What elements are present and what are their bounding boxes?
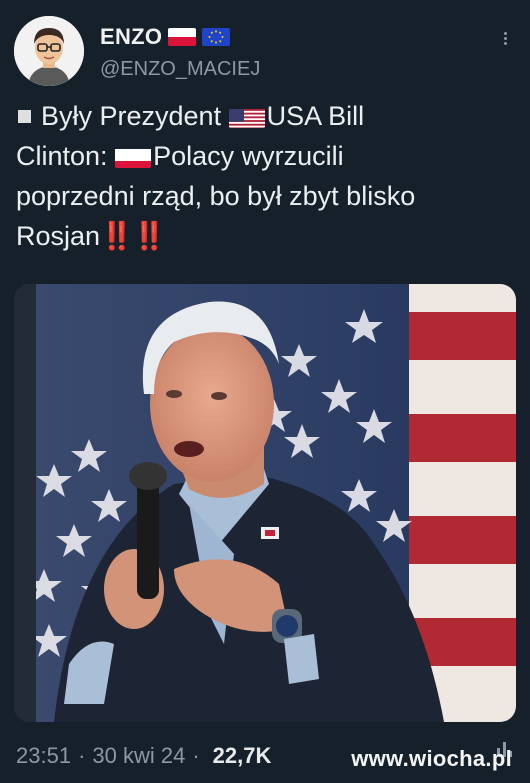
double-exclamation-emoji: ‼️‼️	[100, 221, 166, 251]
tweet-line-1-suffix: USA Bill	[266, 101, 365, 131]
tweet-line-2: Clinton: Polacy wyrzucili	[16, 136, 516, 176]
memoji-avatar-icon	[14, 16, 84, 86]
tweet-text: Były Prezydent USA Bill Clinton: Polacy …	[16, 96, 516, 256]
tweet-line-1-prefix: Były Prezydent	[41, 101, 229, 131]
tweet-line-4: Rosjan‼️‼️	[16, 216, 516, 256]
bullet-icon	[18, 109, 31, 123]
separator-dot: ·	[78, 743, 86, 768]
author-handle[interactable]: @ENZO_MACIEJ	[100, 58, 260, 81]
tweet-time[interactable]: 23:51	[16, 743, 71, 769]
separator-dot: ·	[192, 743, 200, 768]
more-options-icon[interactable]	[502, 30, 508, 52]
tweet-line-4-text: Rosjan	[16, 221, 101, 251]
usa-flag-icon	[228, 104, 265, 128]
site-watermark: www.wiocha.pl	[351, 746, 512, 771]
eu-flag-icon	[202, 28, 231, 46]
poland-flag-icon	[168, 28, 197, 46]
tweet-line-1: Były Prezydent USA Bill	[16, 96, 516, 136]
tweet-photo[interactable]	[14, 284, 516, 722]
tweet-header: ENZO @ENZO_MACIEJ	[14, 16, 514, 94]
tweet-line-2-suffix: Polacy wyrzucili	[153, 141, 344, 171]
speaker-with-flag-photo	[14, 284, 516, 722]
avatar[interactable]	[14, 16, 84, 86]
author-name[interactable]: ENZO	[100, 24, 162, 50]
tweet-line-2-prefix: Clinton:	[16, 141, 116, 171]
poland-flag-emoji-icon	[115, 144, 152, 168]
view-count[interactable]: 22,7K	[213, 743, 272, 769]
tweet-line-3: poprzedni rząd, bo był zbyt blisko	[16, 181, 416, 211]
tweet-date[interactable]: 30 kwi 24	[92, 743, 185, 769]
author-name-row[interactable]: ENZO	[100, 24, 231, 50]
